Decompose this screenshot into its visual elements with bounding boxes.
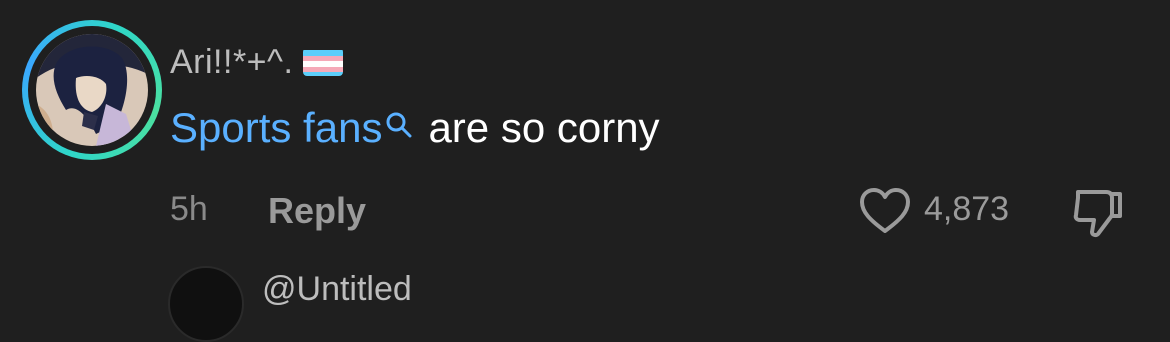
thumbs-down-icon[interactable] <box>1070 184 1126 240</box>
heart-icon[interactable] <box>858 186 912 236</box>
next-comment-username[interactable]: @Untitled <box>262 270 412 309</box>
avatar[interactable] <box>22 20 162 160</box>
username-text: Ari!!*+^. <box>170 42 294 81</box>
next-comment-avatar[interactable] <box>168 266 244 342</box>
transgender-flag-icon <box>303 48 344 76</box>
search-link[interactable]: Sports fans <box>170 104 382 152</box>
comment-timestamp: 5h <box>170 190 208 228</box>
comment-username[interactable]: Ari!!*+^. <box>170 40 344 84</box>
reply-button[interactable]: Reply <box>268 190 366 232</box>
like-count: 4,873 <box>924 190 1010 228</box>
comment-text: are so corny <box>428 104 660 151</box>
avatar-image <box>36 34 148 146</box>
search-icon[interactable] <box>384 102 414 138</box>
comment-body: Sports fans are so corny <box>170 104 660 152</box>
